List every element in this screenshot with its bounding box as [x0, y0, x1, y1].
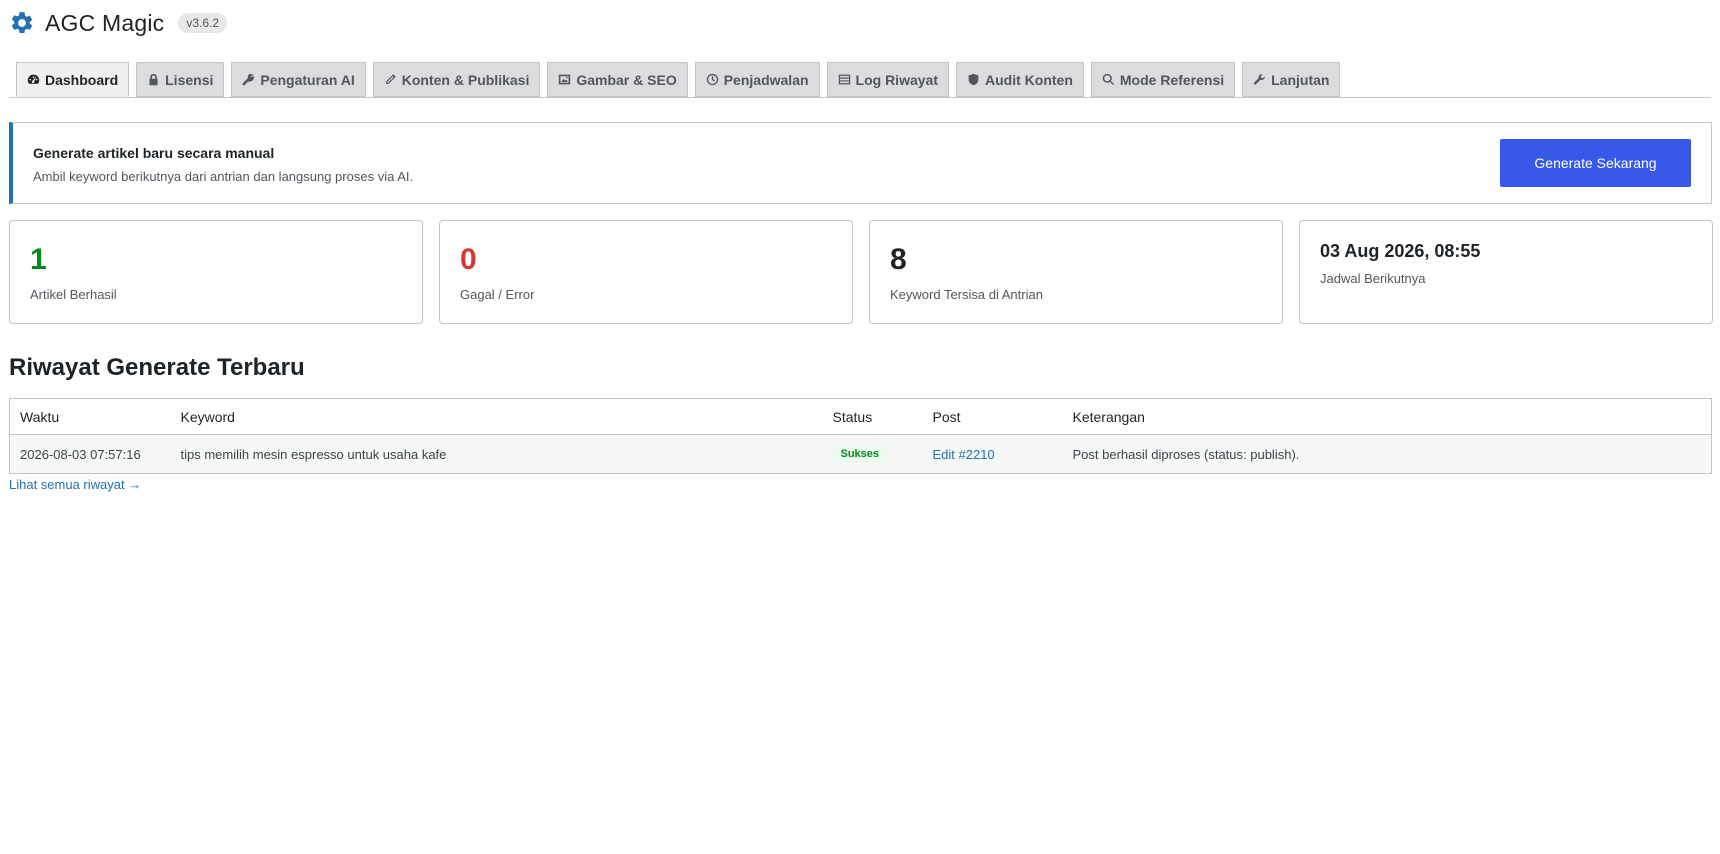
tab-penjadwalan[interactable]: Penjadwalan — [694, 62, 820, 97]
manual-generate-panel: Generate artikel baru secara manual Ambi… — [9, 122, 1712, 204]
app-header: AGC Magic v3.6.2 — [9, 8, 228, 38]
tab-label: Lisensi — [165, 71, 214, 88]
tab-lanjutan[interactable]: Lanjutan — [1242, 62, 1341, 97]
tab-gambar-seo[interactable]: Gambar & SEO — [547, 62, 688, 97]
manual-description: Ambil keyword berikutnya dari antrian da… — [33, 169, 414, 184]
dashboard-icon — [27, 74, 40, 84]
search-icon — [1102, 73, 1114, 86]
manual-title: Generate artikel baru secara manual — [33, 145, 275, 161]
clock-icon — [706, 73, 718, 86]
stat-value: 03 Aug 2026, 08:55 — [1320, 241, 1481, 261]
tab-label: Audit Konten — [985, 71, 1073, 88]
cell-time: 2026-08-03 07:57:16 — [9, 434, 171, 474]
cell-post: Edit #2210 — [922, 434, 1063, 474]
stat-card-queue: 8 Keyword Tersisa di Antrian — [869, 220, 1283, 324]
stat-label: Gagal / Error — [460, 287, 535, 302]
image-icon — [559, 74, 571, 85]
table-header-row: Waktu Keyword Status Post Keterangan — [9, 398, 1712, 435]
tab-audit-konten[interactable]: Audit Konten — [956, 62, 1084, 97]
stat-value: 8 — [890, 243, 907, 276]
app-title: AGC Magic — [45, 9, 165, 36]
history-table: Waktu Keyword Status Post Keterangan 202… — [9, 398, 1712, 474]
generate-now-button[interactable]: Generate Sekarang — [1500, 139, 1691, 187]
tab-label: Gambar & SEO — [576, 71, 677, 88]
see-all-history-link[interactable]: Lihat semua riwayat → — [9, 477, 141, 492]
stat-value: 1 — [30, 243, 47, 276]
tab-pengaturan-ai[interactable]: Pengaturan AI — [231, 62, 366, 97]
key-icon — [243, 73, 255, 86]
cell-keyword: tips memilih mesin espresso untuk usaha … — [170, 434, 823, 474]
tab-label: Lanjutan — [1271, 71, 1330, 88]
table-row: 2026-08-03 07:57:16 tips memilih mesin e… — [9, 434, 1712, 474]
stat-card-success: 1 Artikel Berhasil — [9, 220, 423, 324]
tab-label: Konten & Publikasi — [401, 71, 530, 88]
list-icon — [838, 74, 850, 85]
tab-konten-publikasi[interactable]: Konten & Publikasi — [372, 62, 541, 97]
stat-label: Artikel Berhasil — [30, 287, 117, 302]
nav-tabs: Dashboard Lisensi Pengaturan AI Konten &… — [16, 62, 1347, 97]
shield-icon — [968, 73, 979, 86]
tab-label: Pengaturan AI — [260, 71, 355, 88]
tab-mode-referensi[interactable]: Mode Referensi — [1090, 62, 1236, 97]
stat-card-failed: 0 Gagal / Error — [439, 220, 853, 324]
tab-dashboard[interactable]: Dashboard — [16, 62, 130, 97]
status-badge: Sukses — [832, 445, 888, 463]
lock-icon — [149, 73, 158, 86]
version-badge: v3.6.2 — [178, 13, 228, 33]
stats-row: 1 Artikel Berhasil 0 Gagal / Error 8 Key… — [9, 220, 1713, 324]
column-header-note: Keterangan — [1062, 398, 1712, 435]
cell-status: Sukses — [822, 434, 923, 474]
stat-label: Jadwal Berikutnya — [1320, 271, 1426, 286]
pencil-icon — [385, 74, 396, 84]
tab-label: Dashboard — [45, 71, 119, 88]
tab-log-riwayat[interactable]: Log Riwayat — [826, 62, 949, 97]
stat-card-next-schedule: 03 Aug 2026, 08:55 Jadwal Berikutnya — [1299, 220, 1713, 324]
cell-note: Post berhasil diproses (status: publish)… — [1062, 434, 1712, 474]
column-header-post: Post — [922, 398, 1063, 435]
edit-post-link[interactable]: Edit #2210 — [933, 447, 995, 462]
tab-label: Mode Referensi — [1119, 71, 1225, 88]
tab-lisensi[interactable]: Lisensi — [136, 62, 225, 97]
column-header-status: Status — [822, 398, 923, 435]
history-heading: Riwayat Generate Terbaru — [9, 354, 305, 381]
wrench-icon — [1254, 74, 1265, 85]
column-header-keyword: Keyword — [170, 398, 823, 435]
gear-icon — [11, 12, 33, 33]
tab-label: Penjadwalan — [723, 71, 809, 88]
column-header-time: Waktu — [9, 398, 171, 435]
stat-label: Keyword Tersisa di Antrian — [890, 287, 1043, 302]
tabs-divider — [9, 97, 1711, 98]
tab-label: Log Riwayat — [855, 71, 938, 88]
stat-value: 0 — [460, 243, 477, 276]
